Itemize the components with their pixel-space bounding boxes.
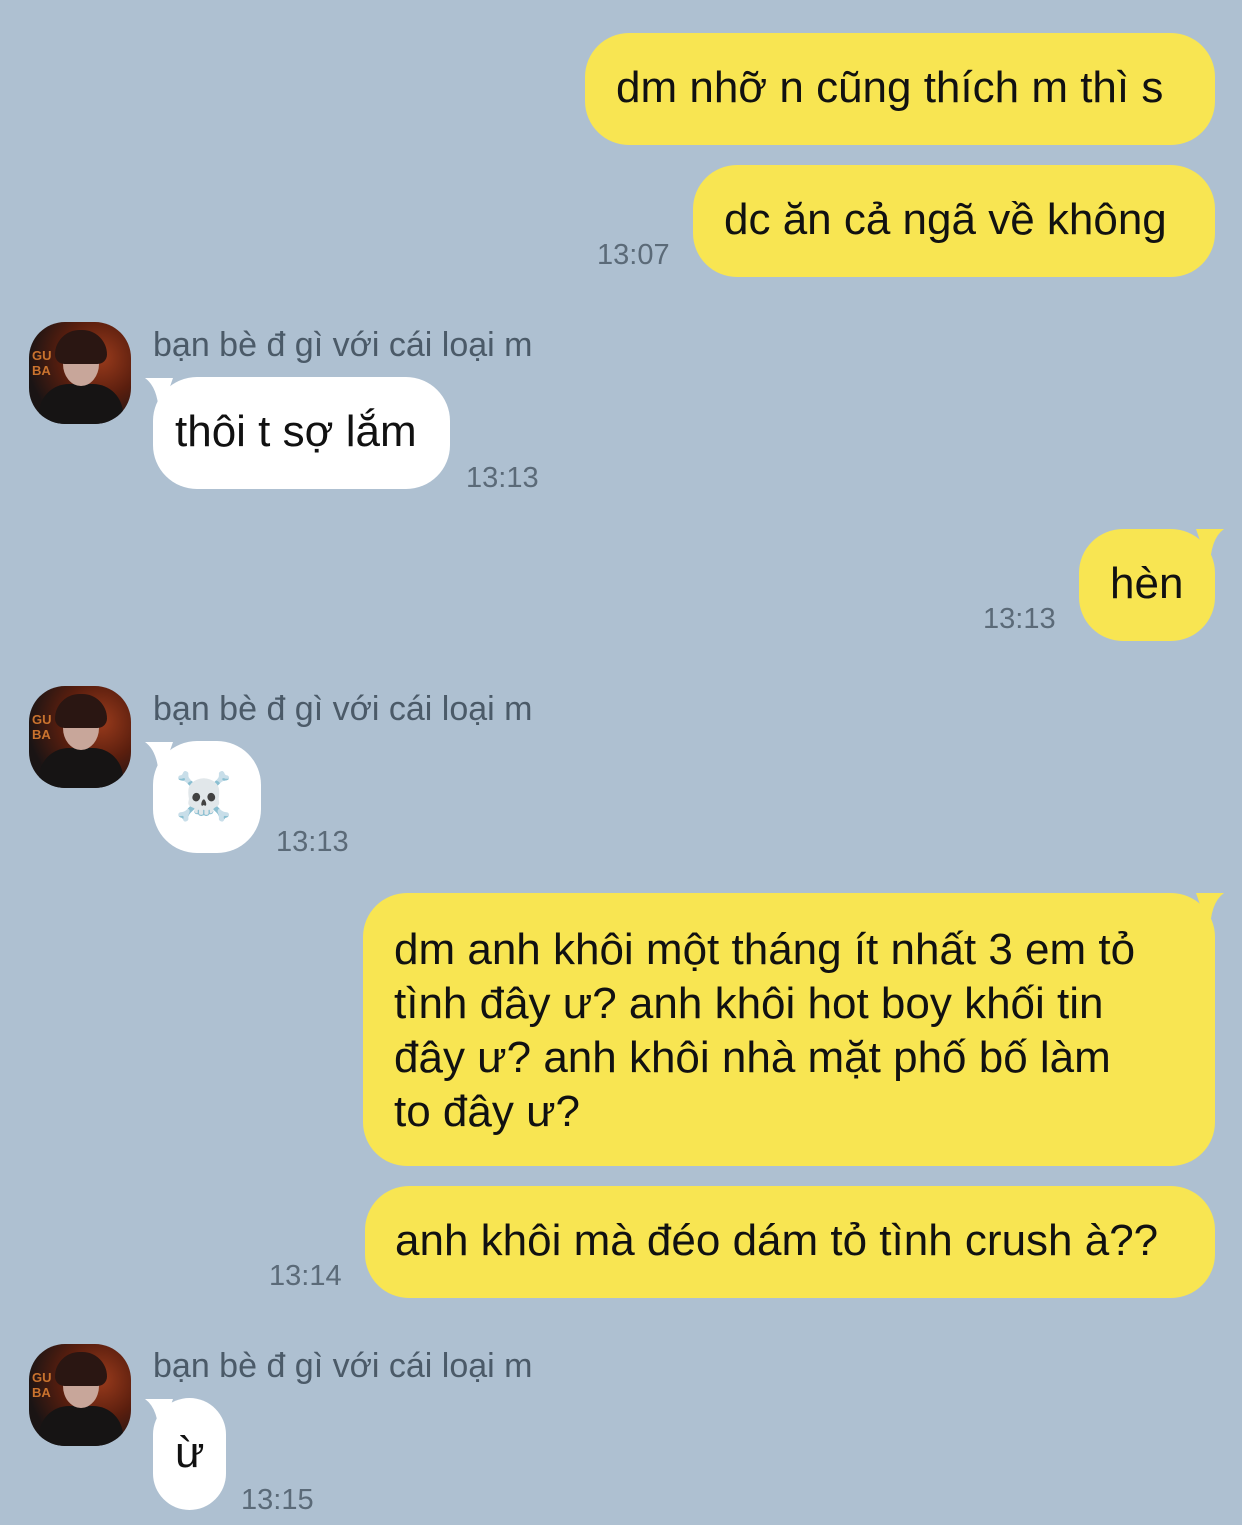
timestamp: 13:13 xyxy=(466,462,539,494)
timestamp: 13:13 xyxy=(983,603,1056,635)
avatar-text: GU BA xyxy=(32,348,52,378)
message-bubble-received[interactable]: ừ xyxy=(153,1398,226,1510)
contact-avatar[interactable]: GU BA xyxy=(29,686,131,788)
bubble-tail xyxy=(1196,529,1224,569)
message-bubble-received[interactable]: thôi t sợ lắm xyxy=(153,377,450,489)
sender-name: bạn bè đ gì với cái loại m xyxy=(153,326,533,364)
contact-avatar[interactable]: GU BA xyxy=(29,322,131,424)
timestamp: 13:15 xyxy=(241,1484,314,1516)
message-bubble-received[interactable]: ☠️ xyxy=(153,741,261,853)
message-bubble-sent[interactable]: dm anh khôi một tháng ít nhất 3 em tỏ tì… xyxy=(363,893,1215,1166)
avatar-text: GU BA xyxy=(32,712,52,742)
contact-avatar[interactable]: GU BA xyxy=(29,1344,131,1446)
message-bubble-sent[interactable]: hèn xyxy=(1079,529,1215,641)
message-bubble-sent[interactable]: anh khôi mà đéo dám tỏ tình crush à?? xyxy=(365,1186,1215,1298)
sender-name: bạn bè đ gì với cái loại m xyxy=(153,1347,533,1385)
message-bubble-sent[interactable]: dm nhỡ n cũng thích m thì s xyxy=(585,33,1215,145)
timestamp: 13:13 xyxy=(276,826,349,858)
sender-name: bạn bè đ gì với cái loại m xyxy=(153,690,533,728)
message-bubble-sent[interactable]: dc ăn cả ngã về không xyxy=(693,165,1215,277)
bubble-tail xyxy=(1196,893,1224,933)
timestamp: 13:07 xyxy=(597,239,670,271)
avatar-text: GU BA xyxy=(32,1370,52,1400)
timestamp: 13:14 xyxy=(269,1260,342,1292)
